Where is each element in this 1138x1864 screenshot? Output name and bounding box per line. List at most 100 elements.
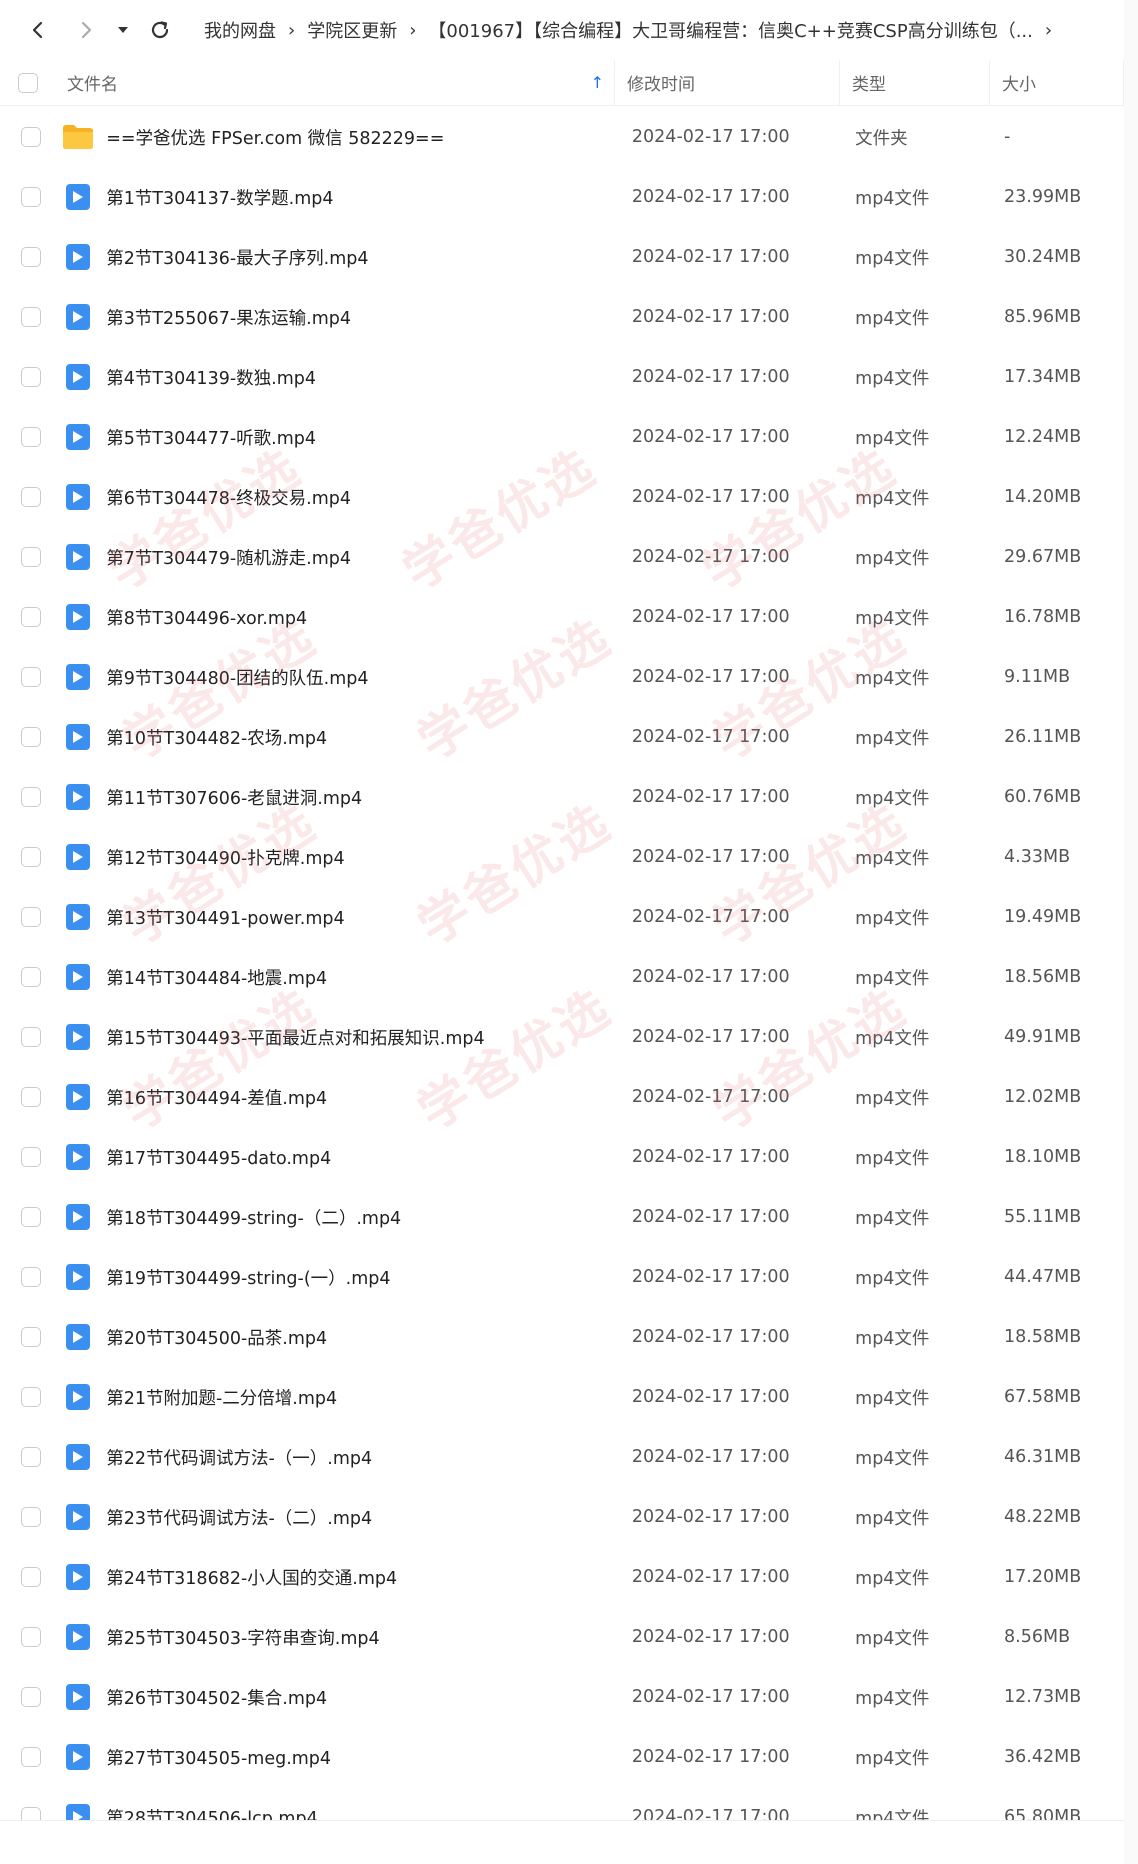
file-name[interactable]: 第19节T304499-string-(一）.mp4 bbox=[102, 1265, 619, 1290]
row-checkbox[interactable] bbox=[21, 787, 42, 807]
row-checkbox[interactable] bbox=[21, 1027, 42, 1047]
file-row[interactable]: 第3节T255067-果冻运输.mp4 2024-02-17 17:00 mp4文件… bbox=[0, 287, 1124, 347]
file-row[interactable]: 第2节T304136-最大子序列.mp4 2024-02-17 17:00 mp4文… bbox=[0, 227, 1124, 287]
file-row[interactable]: 第23节代码调试方法-（二）.mp4 2024-02-17 17:00 mp4文件 4… bbox=[0, 1487, 1124, 1547]
row-checkbox[interactable] bbox=[21, 187, 42, 207]
file-row[interactable]: 第1节T304137-数学题.mp4 2024-02-17 17:00 mp4文件 2… bbox=[0, 167, 1124, 227]
row-checkbox[interactable] bbox=[21, 1147, 42, 1167]
file-name[interactable]: 第9节T304480-团结的队伍.mp4 bbox=[102, 665, 619, 690]
file-name[interactable]: 第17节T304495-dato.mp4 bbox=[102, 1145, 619, 1170]
file-row[interactable]: 第25节T304503-字符串查询.mp4 2024-02-17 17:00 mp4… bbox=[0, 1607, 1124, 1667]
file-row[interactable]: 第4节T304139-数独.mp4 2024-02-17 17:00 mp4文件 17… bbox=[0, 347, 1124, 407]
file-name[interactable]: 第15节T304493-平面最近点对和拓展知识.mp4 bbox=[102, 1025, 619, 1050]
row-checkbox[interactable] bbox=[21, 1387, 42, 1407]
file-name[interactable]: 第11节T307606-老鼠进洞.mp4 bbox=[102, 785, 619, 810]
column-header-size[interactable]: 大小 bbox=[990, 59, 1124, 106]
row-checkbox[interactable] bbox=[21, 1207, 42, 1227]
file-name[interactable]: 第10节T304482-农场.mp4 bbox=[102, 725, 619, 750]
row-checkbox[interactable] bbox=[21, 1627, 42, 1647]
row-checkbox[interactable] bbox=[21, 487, 42, 507]
file-row[interactable]: 第16节T304494-差值.mp4 2024-02-17 17:00 mp4文件 1… bbox=[0, 1067, 1124, 1127]
row-checkbox[interactable] bbox=[21, 367, 42, 387]
row-checkbox[interactable] bbox=[21, 1687, 42, 1707]
column-header-name[interactable]: 文件名 ↑ bbox=[55, 59, 615, 106]
file-row[interactable]: 第7节T304479-随机游走.mp4 2024-02-17 17:00 mp4文件… bbox=[0, 527, 1124, 587]
file-row[interactable]: 第6节T304478-终极交易.mp4 2024-02-17 17:00 mp4文件… bbox=[0, 467, 1124, 527]
file-name[interactable]: ==学爸优选 FPSer.com 微信 582229== bbox=[102, 125, 619, 150]
file-name[interactable]: 第21节附加题-二分倍增.mp4 bbox=[102, 1385, 619, 1410]
row-checkbox[interactable] bbox=[21, 667, 42, 687]
sort-ascending-icon[interactable]: ↑ bbox=[591, 73, 604, 92]
row-checkbox[interactable] bbox=[21, 847, 42, 867]
file-name[interactable]: 第6节T304478-终极交易.mp4 bbox=[102, 485, 619, 510]
scrollbar[interactable] bbox=[1124, 0, 1138, 1864]
row-checkbox[interactable] bbox=[21, 1447, 42, 1467]
file-row[interactable]: 第17节T304495-dato.mp4 2024-02-17 17:00 mp4文… bbox=[0, 1127, 1124, 1187]
file-row[interactable]: 第12节T304490-扑克牌.mp4 2024-02-17 17:00 mp4文件… bbox=[0, 827, 1124, 887]
row-checkbox[interactable] bbox=[21, 1807, 42, 1820]
file-row[interactable]: 第27节T304505-meg.mp4 2024-02-17 17:00 mp4文件… bbox=[0, 1727, 1124, 1787]
row-checkbox[interactable] bbox=[21, 547, 42, 567]
file-name[interactable]: 第28节T304506-lcp.mp4 bbox=[102, 1805, 619, 1821]
forward-button[interactable] bbox=[68, 12, 104, 48]
file-row[interactable]: 第11节T307606-老鼠进洞.mp4 2024-02-17 17:00 mp4文… bbox=[0, 767, 1124, 827]
file-row[interactable]: 第20节T304500-品茶.mp4 2024-02-17 17:00 mp4文件 1… bbox=[0, 1307, 1124, 1367]
file-name[interactable]: 第2节T304136-最大子序列.mp4 bbox=[102, 245, 619, 270]
file-name[interactable]: 第7节T304479-随机游走.mp4 bbox=[102, 545, 619, 570]
breadcrumb-current[interactable]: 【001967】【综合编程】大卫哥编程营：信奥C++竞赛CSP高分训练包（... bbox=[422, 17, 1038, 43]
file-row[interactable]: 第10节T304482-农场.mp4 2024-02-17 17:00 mp4文件 2… bbox=[0, 707, 1124, 767]
file-name[interactable]: 第14节T304484-地震.mp4 bbox=[102, 965, 619, 990]
file-row[interactable]: 第19节T304499-string-(一）.mp4 2024-02-17 17:… bbox=[0, 1247, 1124, 1307]
row-checkbox[interactable] bbox=[21, 427, 42, 447]
back-button[interactable] bbox=[20, 12, 56, 48]
column-header-time[interactable]: 修改时间 bbox=[615, 59, 840, 106]
refresh-button[interactable] bbox=[142, 12, 178, 48]
file-row[interactable]: 第26节T304502-集合.mp4 2024-02-17 17:00 mp4文件 1… bbox=[0, 1667, 1124, 1727]
row-checkbox[interactable] bbox=[21, 967, 42, 987]
file-row[interactable]: 第9节T304480-团结的队伍.mp4 2024-02-17 17:00 mp4文… bbox=[0, 647, 1124, 707]
history-dropdown-button[interactable] bbox=[112, 12, 134, 48]
chevron-right-icon[interactable]: › bbox=[1045, 20, 1052, 41]
file-row[interactable]: ==学爸优选 FPSer.com 微信 582229== 2024-02-17 1… bbox=[0, 107, 1124, 167]
breadcrumb-item[interactable]: 我的网盘 bbox=[198, 17, 282, 43]
file-row[interactable]: 第28节T304506-lcp.mp4 2024-02-17 17:00 mp4文件… bbox=[0, 1787, 1124, 1820]
file-row[interactable]: 第5节T304477-听歌.mp4 2024-02-17 17:00 mp4文件 12… bbox=[0, 407, 1124, 467]
file-row[interactable]: 第24节T318682-小人国的交通.mp4 2024-02-17 17:00 mp… bbox=[0, 1547, 1124, 1607]
file-row[interactable]: 第21节附加题-二分倍增.mp4 2024-02-17 17:00 mp4文件 67.… bbox=[0, 1367, 1124, 1427]
file-row[interactable]: 第8节T304496-xor.mp4 2024-02-17 17:00 mp4文件 1… bbox=[0, 587, 1124, 647]
row-checkbox[interactable] bbox=[21, 1567, 42, 1587]
file-row[interactable]: 第14节T304484-地震.mp4 2024-02-17 17:00 mp4文件 1… bbox=[0, 947, 1124, 1007]
file-name[interactable]: 第3节T255067-果冻运输.mp4 bbox=[102, 305, 619, 330]
file-name[interactable]: 第13节T304491-power.mp4 bbox=[102, 905, 619, 930]
file-name[interactable]: 第1节T304137-数学题.mp4 bbox=[102, 185, 619, 210]
row-checkbox[interactable] bbox=[21, 907, 42, 927]
row-checkbox[interactable] bbox=[21, 1507, 42, 1527]
row-checkbox[interactable] bbox=[21, 247, 42, 267]
select-all-checkbox[interactable] bbox=[17, 72, 38, 93]
column-header-type[interactable]: 类型 bbox=[840, 59, 990, 106]
file-name[interactable]: 第26节T304502-集合.mp4 bbox=[102, 1685, 619, 1710]
file-name[interactable]: 第18节T304499-string-（二）.mp4 bbox=[102, 1205, 619, 1230]
file-name[interactable]: 第5节T304477-听歌.mp4 bbox=[102, 425, 619, 450]
file-row[interactable]: 第18节T304499-string-（二）.mp4 2024-02-17 17:… bbox=[0, 1187, 1124, 1247]
row-checkbox[interactable] bbox=[21, 1747, 42, 1767]
row-checkbox[interactable] bbox=[21, 307, 42, 327]
file-row[interactable]: 第15节T304493-平面最近点对和拓展知识.mp4 2024-02-17 17… bbox=[0, 1007, 1124, 1067]
file-name[interactable]: 第25节T304503-字符串查询.mp4 bbox=[102, 1625, 619, 1650]
file-name[interactable]: 第8节T304496-xor.mp4 bbox=[102, 605, 619, 630]
file-name[interactable]: 第24节T318682-小人国的交通.mp4 bbox=[102, 1565, 619, 1590]
file-name[interactable]: 第12节T304490-扑克牌.mp4 bbox=[102, 845, 619, 870]
row-checkbox[interactable] bbox=[21, 607, 42, 627]
file-name[interactable]: 第20节T304500-品茶.mp4 bbox=[102, 1325, 619, 1350]
row-checkbox[interactable] bbox=[21, 727, 42, 747]
file-name[interactable]: 第23节代码调试方法-（二）.mp4 bbox=[102, 1505, 619, 1530]
file-name[interactable]: 第22节代码调试方法-（一）.mp4 bbox=[102, 1445, 619, 1470]
file-name[interactable]: 第16节T304494-差值.mp4 bbox=[102, 1085, 619, 1110]
breadcrumb-item[interactable]: 学院区更新 bbox=[301, 17, 403, 43]
row-checkbox[interactable] bbox=[21, 127, 42, 147]
file-row[interactable]: 第13节T304491-power.mp4 2024-02-17 17:00 mp4… bbox=[0, 887, 1124, 947]
file-name[interactable]: 第4节T304139-数独.mp4 bbox=[102, 365, 619, 390]
row-checkbox[interactable] bbox=[21, 1267, 42, 1287]
row-checkbox[interactable] bbox=[21, 1327, 42, 1347]
file-name[interactable]: 第27节T304505-meg.mp4 bbox=[102, 1745, 619, 1770]
